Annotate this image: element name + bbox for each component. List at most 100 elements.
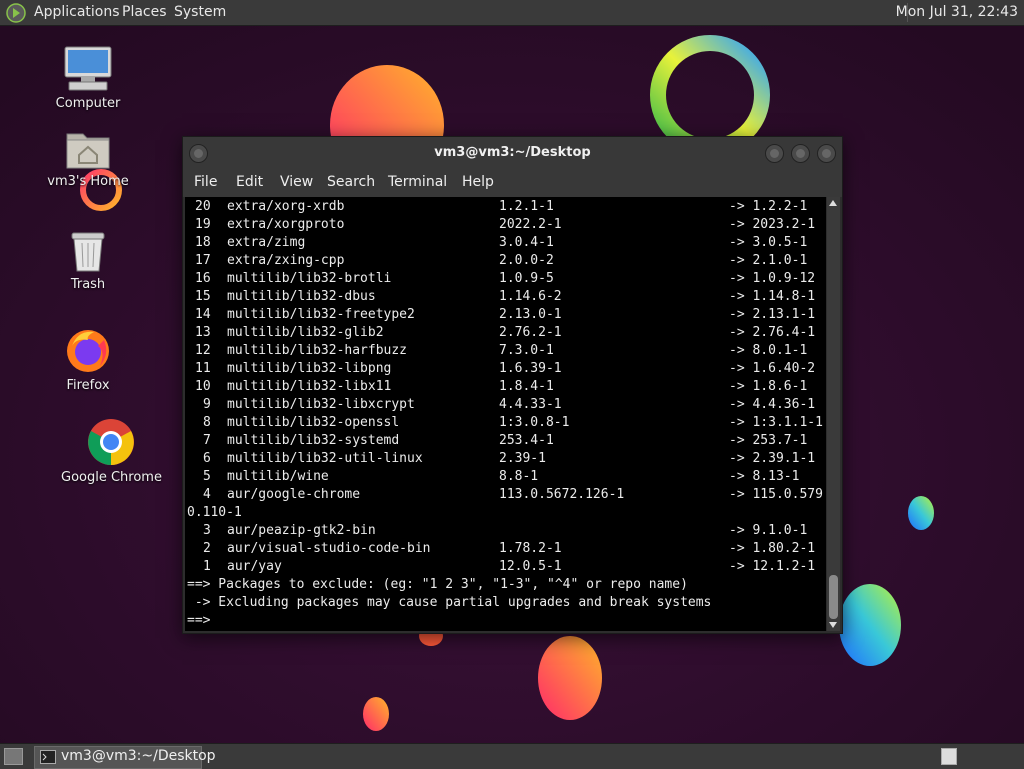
- firefox-icon: [67, 330, 109, 372]
- new-version: -> 1.80.2-1: [729, 541, 816, 556]
- current-version: 2.13.0-1: [499, 307, 562, 322]
- desktop-icon-firefox[interactable]: Firefox: [43, 326, 133, 393]
- current-version: 1.8.4-1: [499, 379, 554, 394]
- package-name: multilib/lib32-harfbuzz: [227, 343, 408, 358]
- applications-menu[interactable]: Applications: [34, 4, 120, 20]
- new-version: -> 1:3.1.1-1: [729, 415, 823, 430]
- scrollbar-thumb[interactable]: [829, 575, 838, 619]
- package-name: multilib/lib32-libx11: [227, 379, 392, 394]
- current-version: 1.0.9-5: [499, 271, 554, 286]
- package-number: 12: [195, 343, 211, 358]
- package-name: extra/xorg-xrdb: [227, 199, 345, 214]
- show-desktop-icon[interactable]: [4, 748, 23, 765]
- package-number: 2: [203, 541, 211, 556]
- current-version: 3.0.4-1: [499, 235, 554, 250]
- menu-view[interactable]: View: [280, 174, 313, 190]
- terminal-icon: [40, 750, 56, 764]
- new-version: -> 2023.2-1: [729, 217, 816, 232]
- desktop-icon-trash[interactable]: Trash: [43, 229, 133, 292]
- new-version: -> 2.39.1-1: [729, 451, 816, 466]
- new-version: -> 1.6.40-2: [729, 361, 816, 376]
- package-number: 6: [203, 451, 211, 466]
- menu-edit[interactable]: Edit: [236, 174, 263, 190]
- top-panel: Applications Places System Mon Jul 31, 2…: [0, 0, 1024, 26]
- package-name: multilib/wine: [227, 469, 329, 484]
- package-number: 1: [203, 559, 211, 574]
- maximize-button[interactable]: [791, 144, 810, 163]
- desktop-icon-home[interactable]: vm3's Home: [43, 128, 133, 189]
- package-name: multilib/lib32-systemd: [227, 433, 400, 448]
- new-version: -> 1.0.9-12: [729, 271, 816, 286]
- desktop-icon-computer[interactable]: Computer: [43, 46, 133, 111]
- current-version: 12.0.5-1: [499, 559, 562, 574]
- package-number: 7: [203, 433, 211, 448]
- current-version: 1.14.6-2: [499, 289, 562, 304]
- taskbar-terminal-button[interactable]: vm3@vm3:~/Desktop: [34, 746, 216, 769]
- current-version: 8.8-1: [499, 469, 539, 484]
- minimize-button[interactable]: [765, 144, 784, 163]
- new-version: -> 4.4.36-1: [729, 397, 816, 412]
- current-version: 2022.2-1: [499, 217, 562, 232]
- terminal-scrollbar[interactable]: [827, 197, 840, 631]
- bottom-panel: vm3@vm3:~/Desktop: [0, 743, 1024, 769]
- package-number: 16: [195, 271, 211, 286]
- places-menu[interactable]: Places: [122, 4, 167, 20]
- new-version: -> 253.7-1: [729, 433, 808, 448]
- clock[interactable]: Mon Jul 31, 22:43: [896, 4, 1018, 20]
- menu-file[interactable]: File: [194, 174, 217, 190]
- scroll-down-arrow[interactable]: [829, 622, 837, 628]
- home-folder-icon: [66, 133, 110, 169]
- package-number: 20: [195, 199, 211, 214]
- terminal-window[interactable]: vm3@vm3:~/Desktop File Edit View Search …: [182, 136, 843, 634]
- package-name: extra/zimg: [227, 235, 306, 250]
- current-version: 2.39-1: [499, 451, 546, 466]
- scroll-up-arrow[interactable]: [829, 200, 837, 206]
- package-name: extra/xorgproto: [227, 217, 345, 232]
- package-number: 11: [195, 361, 211, 376]
- system-menu[interactable]: System: [174, 4, 226, 20]
- desktop-icon-label: Computer: [55, 96, 121, 111]
- current-version: 253.4-1: [499, 433, 554, 448]
- menu-search[interactable]: Search: [327, 174, 375, 190]
- new-version: -> 12.1.2-1: [729, 559, 816, 574]
- current-version: 113.0.5672.126-1: [499, 487, 625, 502]
- close-button[interactable]: [817, 144, 836, 163]
- new-version: -> 3.0.5-1: [729, 235, 808, 250]
- current-version: 1.78.2-1: [499, 541, 562, 556]
- package-number: 13: [195, 325, 211, 340]
- desktop-icon-chrome[interactable]: Google Chrome: [61, 418, 162, 485]
- current-version: 1.2.1-1: [499, 199, 554, 214]
- desktop-icon-label: vm3's Home: [47, 174, 129, 189]
- window-titlebar[interactable]: vm3@vm3:~/Desktop: [183, 137, 842, 169]
- terminal-output[interactable]: 20 extra/xorg-xrdb 1.2.1-1 -> 1.2.2-1 1 9 extr…: [185, 197, 826, 631]
- new-version: -> 2.1.0-1: [729, 253, 808, 268]
- package-number: 5: [203, 469, 211, 484]
- workspace-switcher[interactable]: [941, 748, 957, 765]
- taskbar-label: vm3@vm3:~/Desktop: [61, 748, 216, 764]
- package-name: multilib/lib32-util-linux: [227, 451, 423, 466]
- menu-help[interactable]: Help: [462, 174, 494, 190]
- package-name: aur/google-chrome: [227, 487, 361, 502]
- package-name: multilib/lib32-brotli: [227, 271, 392, 286]
- new-version: -> 2.76.4-1: [729, 325, 816, 340]
- terminal-menubar: File Edit View Search Terminal Help: [183, 169, 842, 197]
- computer-icon: [64, 46, 112, 91]
- menu-terminal[interactable]: Terminal: [388, 174, 447, 190]
- package-number: 14: [195, 307, 211, 322]
- new-version: -> 1.8.6-1: [729, 379, 808, 394]
- input-prompt[interactable]: ==>: [187, 612, 210, 630]
- package-name: aur/yay: [227, 559, 282, 574]
- package-number: 9: [203, 397, 211, 412]
- package-name: multilib/lib32-libpng: [227, 361, 392, 376]
- new-version: -> 9.1.0-1: [729, 523, 808, 538]
- distro-logo-icon[interactable]: [6, 3, 26, 23]
- package-number: 18: [195, 235, 211, 250]
- new-version: -> 1.2.2-1: [729, 199, 808, 214]
- package-number: 4: [203, 487, 211, 502]
- package-name: multilib/lib32-openssl: [227, 415, 400, 430]
- prompt-line: ==> Packages to exclude: (eg: "1 2 3", "…: [187, 577, 688, 592]
- package-name: extra/zxing-cpp: [227, 253, 345, 268]
- package-number: 10: [195, 379, 211, 394]
- wrapped-version-text: 0.110-1: [187, 505, 242, 520]
- current-version: 1:3.0.8-1: [499, 415, 570, 430]
